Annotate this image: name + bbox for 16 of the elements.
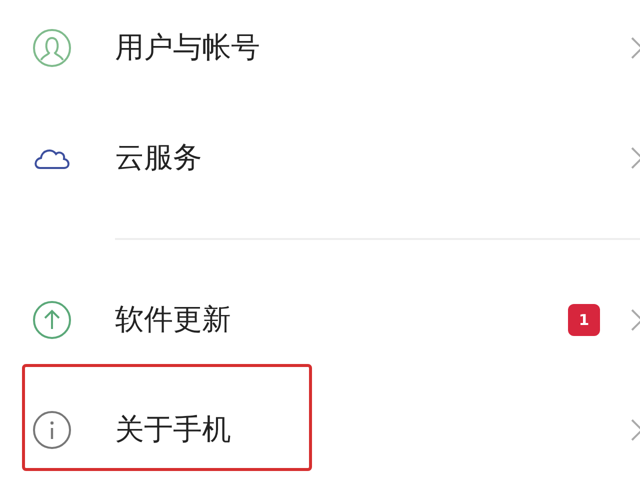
chevron-icon: [630, 146, 640, 170]
count-badge: 1: [568, 304, 600, 336]
chevron-icon: [630, 36, 640, 60]
user-icon: [32, 28, 72, 68]
info-icon: [32, 410, 72, 450]
chevron-icon: [630, 308, 640, 332]
settings-item[interactable]: 用户与帐号: [0, 0, 640, 103]
settings-item[interactable]: 软件更新 1: [0, 265, 640, 375]
item-label: 云服务: [115, 139, 203, 176]
item-label: 用户与帐号: [115, 29, 261, 66]
item-label: 软件更新: [115, 301, 232, 338]
settings-item[interactable]: 关于手机: [0, 375, 640, 485]
upload-icon: [32, 300, 72, 340]
item-label: 关于手机: [115, 411, 232, 448]
settings-item[interactable]: 云服务: [0, 103, 640, 213]
chevron-icon: [630, 418, 640, 442]
